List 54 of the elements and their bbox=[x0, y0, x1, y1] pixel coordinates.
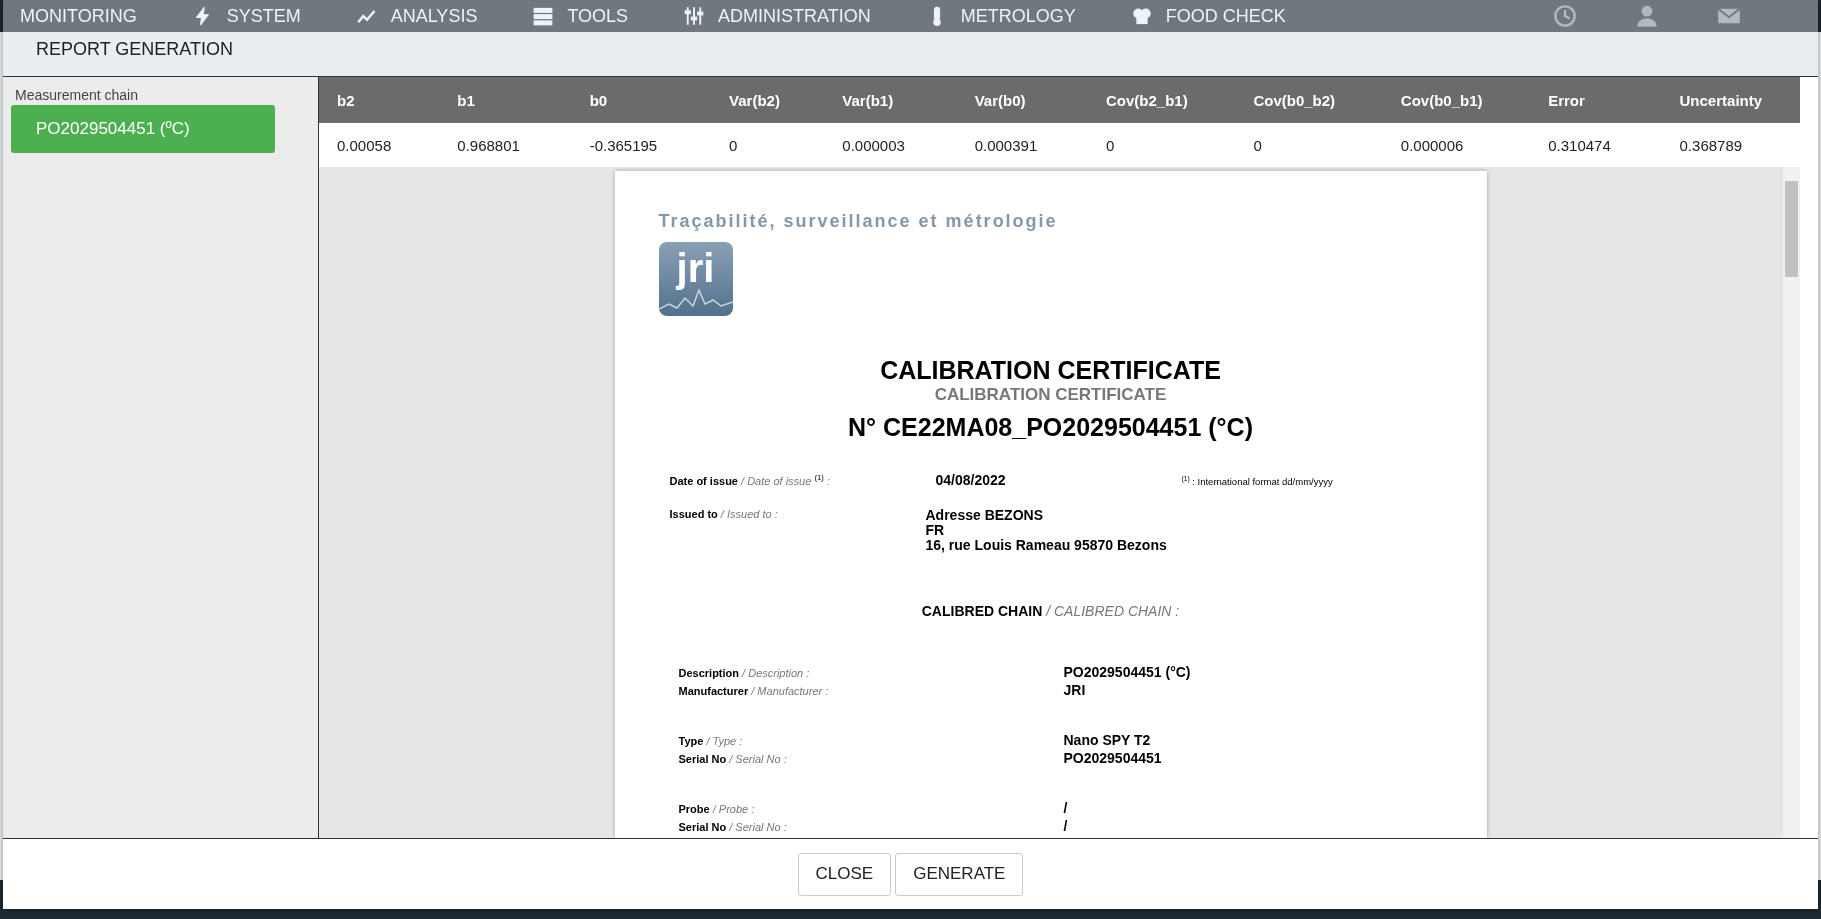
nav-item[interactable]: FOOD CHECK bbox=[1131, 5, 1286, 27]
address-line: Adresse BEZONS bbox=[925, 508, 1044, 523]
column-header: Cov(b0_b1) bbox=[1382, 77, 1531, 123]
nav-item[interactable]: METROLOGY bbox=[926, 5, 1076, 27]
field-value: Nano SPY T2 bbox=[1063, 732, 1151, 749]
field-label: Type / Type : bbox=[678, 734, 744, 749]
column-header: Error bbox=[1530, 77, 1662, 123]
dialog-title: REPORT GENERATION bbox=[36, 39, 234, 60]
column-header: b0 bbox=[571, 77, 712, 123]
address-line: 16, rue Louis Rameau 95870 Bezons bbox=[925, 538, 1167, 553]
column-header: Var(b2) bbox=[711, 77, 825, 123]
field-label: Probe / Probe : bbox=[678, 802, 756, 817]
nav-item[interactable]: SYSTEM bbox=[192, 5, 301, 27]
nav-item[interactable]: ADMINISTRATION bbox=[684, 5, 871, 27]
stack-icon bbox=[533, 6, 554, 26]
section-heading: CALIBRED CHAIN / CALIBRED CHAIN : bbox=[920, 603, 1181, 619]
generate-button[interactable]: GENERATE bbox=[895, 852, 1024, 896]
certificate-number: N° CE22MA08_PO2029504451 (°C) bbox=[847, 413, 1254, 442]
chef-hat-icon bbox=[1131, 6, 1152, 26]
footnote-text: $^{(1)}$ : International format dd/mm/yyyy bbox=[1181, 474, 1333, 487]
column-header: b1 bbox=[439, 77, 572, 123]
field-label: Description / Description : bbox=[678, 666, 811, 681]
field-value: JRI bbox=[1063, 682, 1086, 699]
field-label: Issued to / Issued to : bbox=[669, 508, 779, 522]
scrollbar-thumb[interactable] bbox=[1785, 181, 1798, 277]
column-header: Uncertainty bbox=[1661, 77, 1800, 123]
field-value: / bbox=[1063, 800, 1068, 817]
field-label: Serial No / Serial No : bbox=[678, 820, 788, 835]
date-value: 04/08/2022 bbox=[934, 472, 1007, 488]
column-header: b2 bbox=[319, 77, 440, 123]
certificate-subtitle: CALIBRATION CERTIFICATE bbox=[933, 385, 1168, 405]
field-label: Serial No / Serial No : bbox=[678, 752, 788, 767]
close-button[interactable]: CLOSE bbox=[797, 852, 892, 896]
column-header: Cov(b2_b1) bbox=[1088, 77, 1236, 123]
column-header: Var(b1) bbox=[824, 77, 957, 123]
field-value: PO2029504451 bbox=[1063, 750, 1162, 767]
user-icon[interactable] bbox=[1635, 4, 1659, 28]
nav-item[interactable]: TOOLS bbox=[533, 5, 629, 27]
certificate-title: CALIBRATION CERTIFICATE bbox=[879, 356, 1222, 385]
sidebar-label: Measurement chain bbox=[14, 87, 139, 103]
field-value: / bbox=[1063, 818, 1068, 835]
column-header: Var(b0) bbox=[956, 77, 1088, 123]
clock-icon[interactable] bbox=[1553, 4, 1577, 28]
tagline-text: Traçabilité, surveillance et métrologie bbox=[658, 211, 1059, 232]
field-label: Date of issue / Date of issue $^{(1)}$ : bbox=[669, 473, 831, 487]
nav-item[interactable]: ANALYSIS bbox=[356, 5, 478, 27]
field-value: PO2029504451 (°C) bbox=[1063, 664, 1191, 681]
logo: jri bbox=[658, 242, 733, 316]
sliders-icon bbox=[684, 6, 705, 26]
field-label: Manufacturer / Manufacturer : bbox=[678, 684, 830, 699]
chain-item[interactable]: PO2029504451 (ºC) bbox=[11, 105, 275, 153]
address-line: FR bbox=[925, 523, 946, 538]
nav-item[interactable]: MONITORING bbox=[20, 5, 137, 27]
column-header: Cov(b0_b2) bbox=[1235, 77, 1383, 123]
